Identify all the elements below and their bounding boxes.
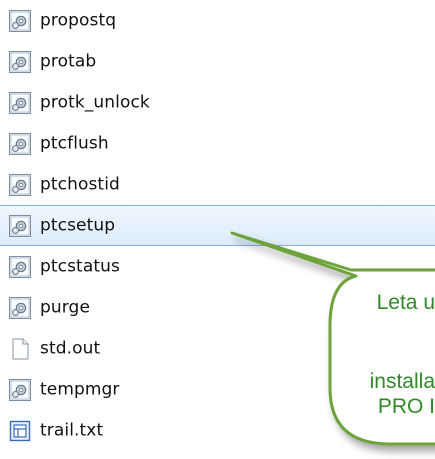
file-name: purge bbox=[40, 297, 91, 318]
file-name: trail.txt bbox=[40, 420, 104, 441]
executable-icon bbox=[9, 132, 31, 155]
file-name: protab bbox=[40, 51, 97, 72]
file-name: ptcsetup bbox=[40, 215, 116, 236]
file-explorer-view: propostq protab protk_unlock ptcflush pt… bbox=[0, 0, 435, 459]
file-row[interactable]: ptcstatus bbox=[0, 246, 435, 287]
executable-icon bbox=[9, 255, 31, 278]
file-name: std.out bbox=[40, 338, 101, 359]
file-row[interactable]: protab bbox=[0, 41, 435, 82]
file-row[interactable]: protk_unlock bbox=[0, 82, 435, 123]
file-row[interactable]: purge bbox=[0, 287, 435, 328]
executable-icon bbox=[9, 50, 31, 73]
executable-icon bbox=[9, 173, 31, 196]
blank-file-icon bbox=[12, 338, 29, 359]
file-name: propostq bbox=[40, 10, 117, 31]
file-row-selected[interactable]: ptcsetup bbox=[0, 205, 435, 246]
executable-icon bbox=[9, 214, 31, 237]
file-name: ptcstatus bbox=[40, 256, 120, 277]
file-row[interactable]: std.out bbox=[0, 328, 435, 369]
executable-icon bbox=[9, 91, 31, 114]
executable-icon bbox=[9, 296, 31, 319]
file-name: tempmgr bbox=[40, 379, 120, 400]
file-row[interactable]: trail.txt bbox=[0, 410, 435, 451]
trail-file-icon bbox=[9, 420, 31, 441]
file-row[interactable]: ptchostid bbox=[0, 164, 435, 205]
file-name: protk_unlock bbox=[40, 92, 150, 113]
file-row[interactable]: ptcflush bbox=[0, 123, 435, 164]
file-name: ptchostid bbox=[40, 174, 120, 195]
callout-text-line: PRO I bbox=[377, 395, 435, 418]
file-name: ptcflush bbox=[40, 133, 109, 154]
callout-text-line: installa bbox=[369, 370, 435, 393]
file-row[interactable]: propostq bbox=[0, 0, 435, 41]
executable-icon bbox=[9, 378, 31, 401]
executable-icon bbox=[9, 9, 31, 32]
callout-text-line: Leta u bbox=[376, 291, 435, 314]
